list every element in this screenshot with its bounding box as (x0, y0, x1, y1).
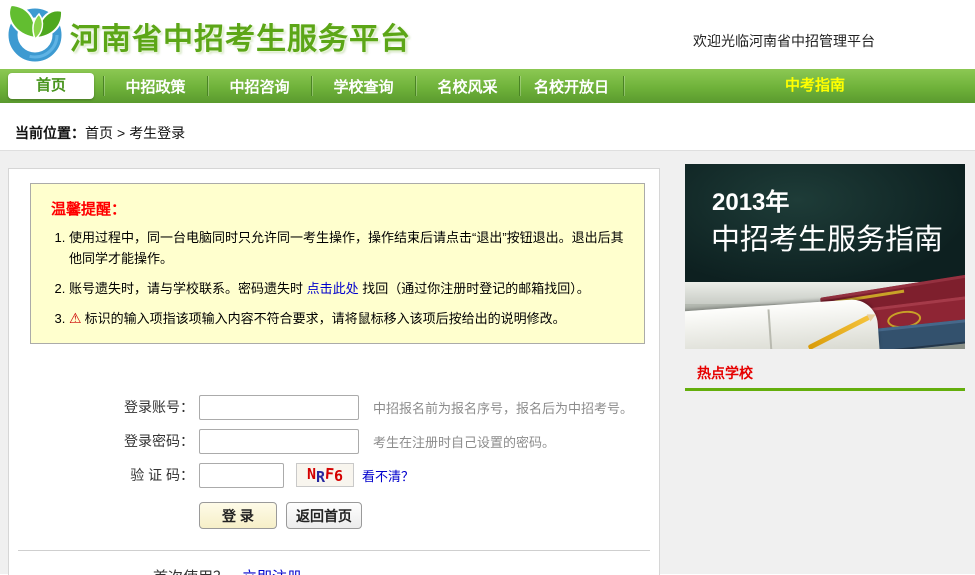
account-label: 登录账号： (9, 397, 194, 417)
breadcrumb-prefix: 当前位置： (15, 123, 85, 143)
notice-item-2-text: 账号遗失时，请与学校联系。密码遗失时 (69, 281, 307, 296)
first-use-text: 首次使用？ (153, 566, 228, 575)
hot-schools-underline (685, 388, 965, 391)
nav-item-home[interactable]: 首页 (8, 73, 94, 99)
password-row: 登录密码： 考生在注册时自己设置的密码。 (9, 424, 659, 458)
nav-item-open-day[interactable]: 名校开放日 (520, 76, 623, 97)
account-input[interactable] (199, 395, 359, 420)
nav-item-consult[interactable]: 中招咨询 (208, 76, 311, 97)
captcha-input[interactable] (199, 463, 284, 488)
page: 河南省中招考生服务平台 欢迎光临河南省中招管理平台 首页 中招政策 中招咨询 学… (0, 0, 975, 575)
notice-title: 温馨提醒： (51, 198, 628, 219)
register-row: 首次使用？ 立即注册 (9, 566, 659, 575)
banner-title: 中招考生服务指南 (711, 216, 943, 258)
captcha-image[interactable]: N R F 6 (296, 463, 354, 487)
main-nav: 首页 中招政策 中招咨询 学校查询 名校风采 名校开放日 中考指南 (0, 69, 975, 103)
password-recover-link[interactable]: 点击此处 (307, 281, 359, 296)
warning-triangle-icon: ⚠ (69, 310, 82, 326)
content-area: 温馨提醒： 使用过程中，同一台电脑同时只允许同一考生操作，操作结束后请点击“退出… (0, 151, 975, 574)
sidebar: 2013年 中招考生服务指南 热点学校 (685, 164, 965, 391)
nav-item-school-search[interactable]: 学校查询 (312, 76, 415, 97)
nav-item-policy[interactable]: 中招政策 (104, 76, 207, 97)
password-label: 登录密码： (9, 431, 194, 451)
header: 河南省中招考生服务平台 欢迎光临河南省中招管理平台 (0, 0, 975, 69)
notice-item-1: 使用过程中，同一台电脑同时只允许同一考生操作，操作结束后请点击“退出”按钮退出。… (69, 227, 628, 269)
notice-item-3-text: 标识的输入项指该项输入内容不符合要求，请将鼠标移入该项后按给出的说明修改。 (85, 311, 566, 326)
password-hint: 考生在注册时自己设置的密码。 (373, 432, 555, 451)
captcha-label: 验 证 码： (9, 465, 194, 485)
notice-item-3: ⚠标识的输入项指该项输入内容不符合要求，请将鼠标移入该项后按给出的说明修改。 (69, 308, 628, 329)
divider (18, 550, 650, 551)
notice-item-1-text: 使用过程中，同一台电脑同时只允许同一考生操作，操作结束后请点击“退出”按钮退出。… (69, 230, 624, 266)
breadcrumb-home-link[interactable]: 首页 (85, 123, 113, 143)
breadcrumb-current: 考生登录 (129, 123, 185, 143)
notice-item-2-text-after: 找回（通过你注册时登记的邮箱找回）。 (359, 281, 590, 296)
nav-separator (623, 76, 624, 96)
notice-box: 温馨提醒： 使用过程中，同一台电脑同时只允许同一考生操作，操作结束后请点击“退出… (30, 183, 645, 344)
account-row: 登录账号： 中招报名前为报名序号，报名后为中招考号。 (9, 390, 659, 424)
password-input[interactable] (199, 429, 359, 454)
welcome-text: 欢迎光临河南省中招管理平台 (693, 31, 875, 51)
captcha-letter: N (307, 465, 316, 483)
login-form: 登录账号： 中招报名前为报名序号，报名后为中招考号。 登录密码： 考生在注册时自… (9, 390, 659, 529)
captcha-letter: 6 (334, 467, 343, 485)
banner-year: 2013年 (712, 182, 789, 217)
breadcrumb: 当前位置： 首页 > 考生登录 (0, 103, 975, 151)
account-hint: 中招报名前为报名序号，报名后为中招考号。 (373, 398, 633, 417)
captcha-row: 验 证 码： N R F 6 看不清？ (9, 458, 659, 492)
login-button[interactable]: 登 录 (199, 502, 277, 529)
notice-item-2: 账号遗失时，请与学校联系。密码遗失时 点击此处 找回（通过你注册时登记的邮箱找回… (69, 278, 628, 299)
register-link[interactable]: 立即注册 (242, 566, 302, 575)
login-panel: 温馨提醒： 使用过程中，同一台电脑同时只允许同一考生操作，操作结束后请点击“退出… (8, 168, 660, 575)
captcha-refresh-link[interactable]: 看不清？ (362, 466, 414, 485)
nav-item-exam-guide[interactable]: 中考指南 (785, 69, 845, 103)
site-title: 河南省中招考生服务平台 (70, 14, 411, 58)
button-row: 登 录 返回首页 (9, 502, 659, 529)
back-home-button[interactable]: 返回首页 (286, 502, 362, 529)
notice-list: 使用过程中，同一台电脑同时只允许同一考生操作，操作结束后请点击“退出”按钮退出。… (49, 227, 628, 329)
captcha-letter: R (316, 468, 325, 486)
guide-banner[interactable]: 2013年 中招考生服务指南 (685, 164, 965, 349)
nav-item-school-style[interactable]: 名校风采 (416, 76, 519, 97)
hot-schools-title: 热点学校 (697, 363, 965, 383)
breadcrumb-separator: > (117, 125, 125, 141)
site-logo-icon (5, 2, 65, 69)
